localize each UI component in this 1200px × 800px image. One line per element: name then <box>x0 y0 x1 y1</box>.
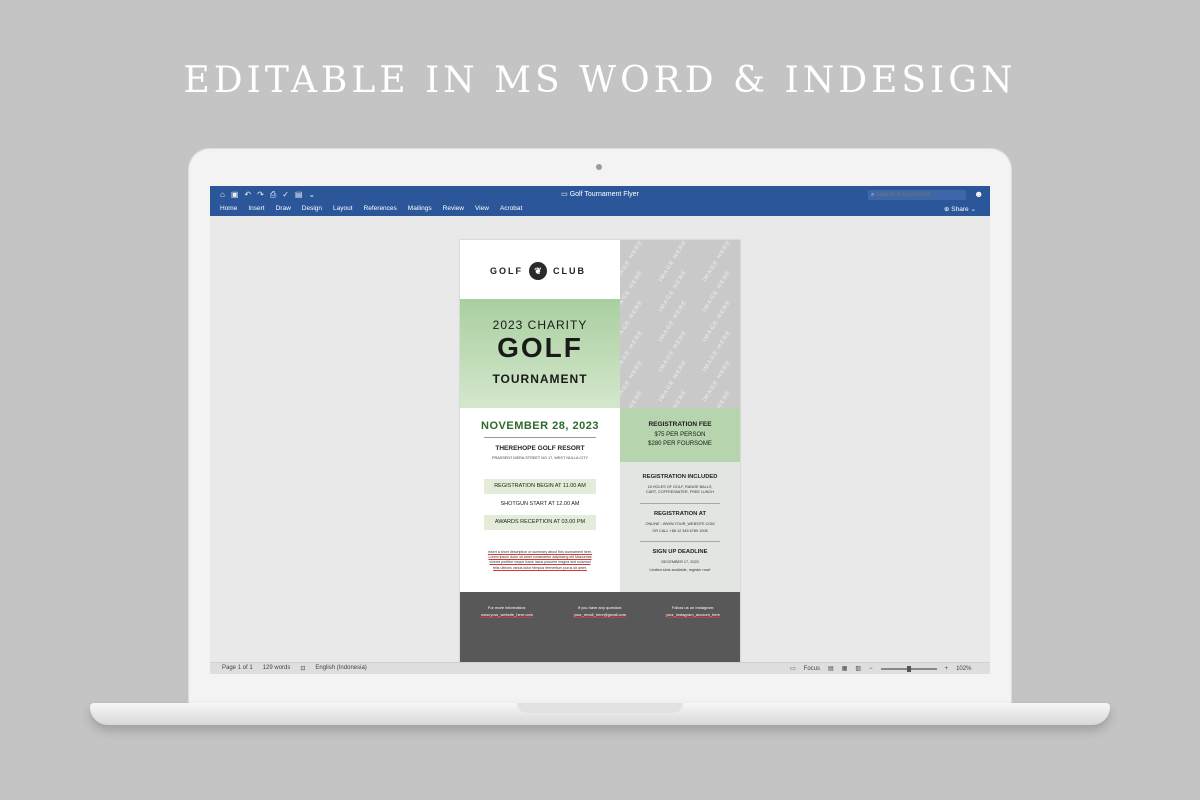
tab-references[interactable]: References <box>364 205 397 212</box>
word-window: ⌂ ▣ ↶ ↷ ⎙ ✓ ▤ ⌄ ▭ Golf Tournament Flyer … <box>210 186 990 674</box>
tab-acrobat[interactable]: Acrobat <box>500 205 522 212</box>
reg-at-title: REGISTRATION AT <box>653 511 707 517</box>
tab-list: Home Insert Draw Design Layout Reference… <box>220 205 522 212</box>
tab-view[interactable]: View <box>475 205 489 212</box>
included-title: REGISTRATION INCLUDED <box>642 474 718 480</box>
laptop-notch <box>517 703 683 713</box>
info-column: REGISTRATION INCLUDED 18 HOLES OF GOLF, … <box>620 462 740 592</box>
status-left: Page 1 of 1 129 words ⊡ English (Indones… <box>222 665 367 672</box>
divider <box>640 503 720 504</box>
title-bar: ⌂ ▣ ↶ ↷ ⎙ ✓ ▤ ⌄ ▭ Golf Tournament Flyer … <box>210 186 990 204</box>
tab-mailings[interactable]: Mailings <box>408 205 432 212</box>
logo-area: GOLF ❦ CLUB <box>460 240 620 299</box>
deadline-date: DECEMBER 17, 2023 <box>661 560 699 564</box>
included-text: 18 HOLES OF GOLF, RANGE BALLS, CART, COF… <box>645 485 715 494</box>
web-layout-icon[interactable]: ▦ <box>842 665 848 672</box>
user-icon[interactable]: ☻ <box>974 189 983 199</box>
image-placeholder[interactable]: IMAGE HERE IMAGE HERE IMAGE HERE IMAGE HERE… <box>620 240 740 408</box>
deadline-title: SIGN UP DEADLINE <box>652 549 708 555</box>
proofing-icon[interactable]: ⊡ <box>300 665 305 672</box>
footer-instagram: Follow us on Instagram: your_instagram_a… <box>665 605 721 617</box>
tab-layout[interactable]: Layout <box>333 205 353 212</box>
read-mode-icon[interactable]: ▥ <box>855 665 861 672</box>
headline: EDITABLE IN MS WORD & INDESIGN <box>183 60 1017 101</box>
zoom-level[interactable]: 102% <box>956 666 971 672</box>
reg-fee-foursome: $280 PER FOURSOME <box>648 441 712 447</box>
schedule-shotgun: SHOTGUN START AT 12.00 AM <box>500 501 580 507</box>
reg-fee-title: REGISTRATION FEE <box>648 421 712 428</box>
registration-fee-block: REGISTRATION FEE $75 PER PERSON $280 PER… <box>620 408 740 462</box>
schedule-registration: REGISTRATION BEGIN AT 11.00 AM <box>484 479 596 494</box>
tab-review[interactable]: Review <box>443 205 464 212</box>
divider <box>640 541 720 542</box>
flyer-page[interactable]: GOLF ❦ CLUB IMAGE HERE IMAGE HERE IMAGE HE… <box>460 240 740 664</box>
page-count[interactable]: Page 1 of 1 <box>222 665 253 672</box>
search-input[interactable] <box>876 192 957 198</box>
venue-address: PRASSENT MERA STREET NO 17, WEST NULLA C… <box>491 456 588 460</box>
footer-website: For more information: www.your_website_h… <box>480 605 534 617</box>
zoom-slider[interactable] <box>880 665 937 672</box>
status-bar: Page 1 of 1 129 words ⊡ English (Indones… <box>210 662 990 674</box>
golf-leaf-icon: ❦ <box>529 262 547 280</box>
tab-design[interactable]: Design <box>302 205 322 212</box>
zoom-out-icon[interactable]: − <box>869 666 873 672</box>
title-line-2: GOLF <box>497 332 583 363</box>
share-icon: ⊕ <box>944 206 950 213</box>
language[interactable]: English (Indonesia) <box>315 665 366 672</box>
document-icon: ▭ <box>561 191 570 198</box>
chevron-down-icon: ⌄ <box>970 206 976 213</box>
zoom-thumb[interactable] <box>907 665 912 672</box>
tab-insert[interactable]: Insert <box>248 205 264 212</box>
reg-at-online: ONLINE : WWW.YOUR_WEBSITE.COM <box>645 522 715 526</box>
divider <box>484 437 596 438</box>
flyer-footer: For more information: www.your_website_h… <box>460 592 740 664</box>
print-layout-icon[interactable]: ▤ <box>828 665 834 672</box>
status-right: ▭ Focus ▤ ▦ ▥ − + 102% <box>790 665 971 672</box>
venue-name: THEREHOPE GOLF RESORT <box>495 445 585 452</box>
focus-icon[interactable]: ▭ <box>790 665 796 672</box>
title-block: 2023 CHARITY GOLF TOURNAMENT <box>460 299 620 408</box>
search-icon: ⌕ <box>871 192 875 198</box>
tab-draw[interactable]: Draw <box>276 205 291 212</box>
tab-home[interactable]: Home <box>220 205 237 212</box>
zoom-in-icon[interactable]: + <box>945 666 949 672</box>
reg-at-call: OR CALL +88 12 345 6789 1008 <box>652 529 708 533</box>
search-box[interactable]: ⌕ <box>868 190 966 200</box>
title-line-3: TOURNAMENT <box>492 372 588 386</box>
share-button[interactable]: ⊕ Share ⌄ <box>944 205 976 213</box>
event-date: NOVEMBER 28, 2023 <box>481 420 599 432</box>
footer-email: If you have any question: your_email_her… <box>573 605 627 617</box>
schedule-awards: AWARDS RECEPTION AT 03.00 PM <box>484 515 596 530</box>
ribbon-tabs: Home Insert Draw Design Layout Reference… <box>210 204 990 216</box>
word-count[interactable]: 129 words <box>263 665 291 672</box>
golf-club-logo: GOLF ❦ CLUB <box>490 262 586 280</box>
description: Insert a short description or summary ab… <box>487 550 593 570</box>
camera-icon <box>596 164 602 170</box>
focus-button[interactable]: Focus <box>804 666 820 672</box>
deadline-note: Limited slots available, register now! <box>649 568 711 572</box>
reg-fee-person: $75 PER PERSON <box>654 432 706 438</box>
title-line-1: 2023 CHARITY <box>492 318 588 332</box>
